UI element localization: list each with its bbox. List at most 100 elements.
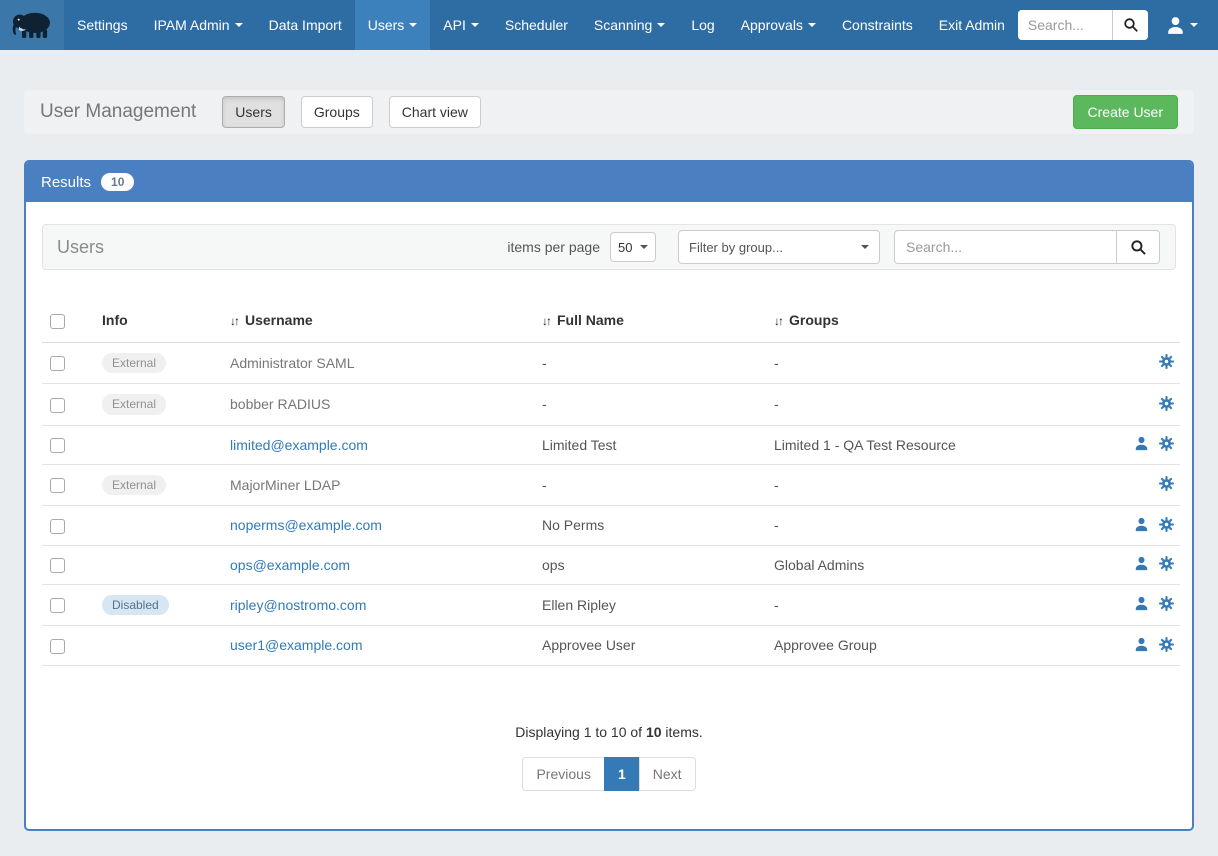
nav-item-settings[interactable]: Settings (64, 0, 141, 50)
row-checkbox[interactable] (50, 478, 65, 493)
nav-item-data-import[interactable]: Data Import (256, 0, 355, 50)
view-tab-users[interactable]: Users (222, 96, 285, 128)
select-all-checkbox[interactable] (50, 314, 65, 329)
results-title: Results (41, 174, 91, 191)
table-search-button[interactable] (1116, 230, 1160, 264)
current-page-button[interactable]: 1 (604, 757, 640, 791)
settings-action-button[interactable] (1159, 354, 1174, 372)
nav-item-api[interactable]: API (430, 0, 492, 50)
profile-icon (1134, 436, 1149, 451)
row-checkbox[interactable] (50, 438, 65, 453)
gear-icon (1159, 436, 1174, 451)
create-user-button[interactable]: Create User (1073, 95, 1178, 129)
row-checkbox[interactable] (50, 639, 65, 654)
row-checkbox[interactable] (50, 598, 65, 613)
info-cell: External (92, 342, 230, 383)
row-checkbox[interactable] (50, 558, 65, 573)
username-cell: user1@example.com (230, 626, 542, 665)
caret-down-icon (640, 245, 648, 249)
table-row: Externalbobber RADIUS-- (42, 384, 1180, 425)
gear-icon (1159, 637, 1174, 652)
username-text: Administrator SAML (230, 355, 354, 371)
username-text: MajorMiner LDAP (230, 477, 340, 493)
profile-action-button[interactable] (1134, 436, 1149, 454)
group-filter-select[interactable]: Filter by group... (678, 230, 880, 264)
username-link[interactable]: limited@example.com (230, 437, 368, 453)
nav-item-exit-admin[interactable]: Exit Admin (926, 0, 1018, 50)
actions-cell (1122, 626, 1180, 665)
nav-item-ipam-admin[interactable]: IPAM Admin (141, 0, 256, 50)
results-panel: Results 10 Users items per page 50 Filte… (24, 160, 1194, 831)
settings-action-button[interactable] (1159, 556, 1174, 574)
full-name-cell: No Perms (542, 506, 774, 545)
settings-action-button[interactable] (1159, 637, 1174, 655)
table-search-input[interactable] (894, 230, 1116, 264)
settings-action-button[interactable] (1159, 396, 1174, 414)
settings-action-button[interactable] (1159, 517, 1174, 535)
row-checkbox[interactable] (50, 519, 65, 534)
nav-item-users[interactable]: Users (355, 0, 431, 50)
gear-icon (1159, 396, 1174, 411)
full-name-cell: - (542, 384, 774, 425)
next-page-button[interactable]: Next (639, 757, 696, 791)
sort-icon: ↓↑ (542, 314, 550, 328)
prev-page-button[interactable]: Previous (522, 757, 604, 791)
actions-cell (1122, 545, 1180, 584)
username-cell: ripley@nostromo.com (230, 584, 542, 625)
username-link[interactable]: ops@example.com (230, 557, 350, 573)
nav-item-approvals[interactable]: Approvals (728, 0, 829, 50)
nav-item-log[interactable]: Log (678, 0, 727, 50)
actions-cell (1122, 464, 1180, 505)
username-cell: noperms@example.com (230, 506, 542, 545)
user-menu[interactable] (1162, 16, 1202, 35)
users-table: Info ↓↑Username ↓↑Full Name ↓↑Groups Ext… (42, 300, 1180, 666)
username-link[interactable]: noperms@example.com (230, 517, 382, 533)
actions-cell (1122, 425, 1180, 464)
view-tab-chart-view[interactable]: Chart view (389, 96, 481, 128)
profile-action-button[interactable] (1134, 517, 1149, 535)
column-header-actions (1122, 300, 1180, 342)
column-header-groups[interactable]: ↓↑Groups (774, 300, 1122, 342)
view-tab-groups[interactable]: Groups (301, 96, 373, 128)
caret-down-icon (409, 23, 417, 27)
items-per-page-select[interactable]: 50 (610, 232, 656, 262)
row-checkbox[interactable] (50, 356, 65, 371)
nav-item-constraints[interactable]: Constraints (829, 0, 926, 50)
column-header-username[interactable]: ↓↑Username (230, 300, 542, 342)
profile-action-button[interactable] (1134, 596, 1149, 614)
nav-item-scanning[interactable]: Scanning (581, 0, 678, 50)
groups-cell: Limited 1 - QA Test Resource (774, 425, 1122, 464)
username-link[interactable]: ripley@nostromo.com (230, 597, 366, 613)
brand-logo[interactable] (0, 0, 64, 50)
username-link[interactable]: user1@example.com (230, 637, 363, 653)
table-row: user1@example.comApprovee UserApprovee G… (42, 626, 1180, 665)
full-name-cell: Approvee User (542, 626, 774, 665)
column-header-full-name[interactable]: ↓↑Full Name (542, 300, 774, 342)
full-name-cell: - (542, 464, 774, 505)
user-status-badge: External (102, 394, 166, 414)
info-cell (92, 545, 230, 584)
nav-item-scheduler[interactable]: Scheduler (492, 0, 581, 50)
profile-action-button[interactable] (1134, 637, 1149, 655)
user-status-badge: External (102, 475, 166, 495)
gear-icon (1159, 476, 1174, 491)
actions-cell (1122, 584, 1180, 625)
settings-action-button[interactable] (1159, 596, 1174, 614)
gear-icon (1159, 596, 1174, 611)
global-search-button[interactable] (1112, 10, 1148, 40)
caret-down-icon (657, 23, 665, 27)
groups-cell: - (774, 584, 1122, 625)
profile-action-button[interactable] (1134, 556, 1149, 574)
settings-action-button[interactable] (1159, 436, 1174, 454)
global-search-input[interactable] (1018, 10, 1112, 40)
table-search (894, 230, 1160, 264)
settings-action-button[interactable] (1159, 476, 1174, 494)
row-checkbox[interactable] (50, 398, 65, 413)
table-header-row: Info ↓↑Username ↓↑Full Name ↓↑Groups (42, 300, 1180, 342)
info-cell: External (92, 384, 230, 425)
profile-icon (1134, 637, 1149, 652)
toolbar-controls: items per page 50 Filter by group... (507, 230, 1160, 264)
info-cell (92, 626, 230, 665)
actions-cell (1122, 342, 1180, 383)
caret-down-icon (235, 23, 243, 27)
